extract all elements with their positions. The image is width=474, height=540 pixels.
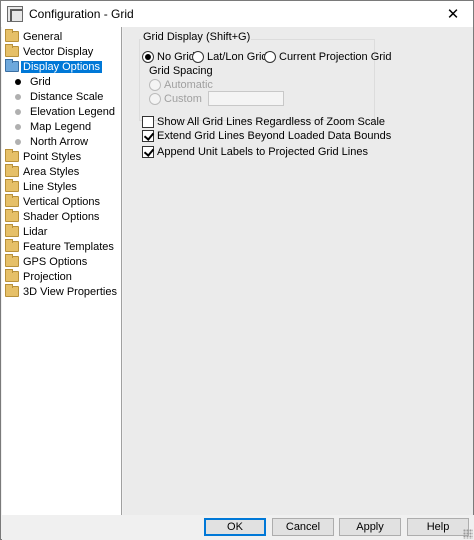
tree-item-label: 3D View Properties xyxy=(23,285,117,298)
radio-lat-lon-icon[interactable] xyxy=(192,51,204,63)
folder-icon xyxy=(5,149,19,162)
folder-icon xyxy=(5,254,19,267)
folder-icon xyxy=(5,239,19,252)
bullet-icon xyxy=(15,93,21,100)
bullet-icon xyxy=(15,123,21,130)
bullet-icon xyxy=(15,138,21,145)
checkbox-extend-grid-lines[interactable]: Extend Grid Lines Beyond Loaded Data Bou… xyxy=(142,130,391,142)
checkbox-extend-label: Extend Grid Lines Beyond Loaded Data Bou… xyxy=(157,130,392,142)
tree-item-shader-options[interactable]: Shader Options xyxy=(5,209,101,224)
folder-open-icon xyxy=(5,59,19,72)
radio-no-grid-icon[interactable] xyxy=(142,51,154,63)
tree-item-label: Vertical Options xyxy=(23,195,101,208)
tree-item-label: Line Styles xyxy=(23,180,77,193)
tree-item-feature-templates[interactable]: Feature Templates xyxy=(5,239,116,254)
radio-custom-icon[interactable] xyxy=(149,93,161,105)
button-bar: OK Cancel Apply Help xyxy=(2,515,474,540)
tree-item-vertical-options[interactable]: Vertical Options xyxy=(5,194,102,209)
tree-item-vector-display[interactable]: Vector Display xyxy=(5,44,95,59)
bullet-icon xyxy=(15,108,21,115)
help-button[interactable]: Help xyxy=(407,518,469,536)
tree-item-display-options[interactable]: Display Options xyxy=(5,59,103,74)
tree-item-label: Elevation Legend xyxy=(30,105,116,118)
tree-item-elevation-legend[interactable]: Elevation Legend xyxy=(11,104,117,119)
apply-button[interactable]: Apply xyxy=(339,518,401,536)
tree-item-area-styles[interactable]: Area Styles xyxy=(5,164,81,179)
tree-item-label: Projection xyxy=(23,270,72,283)
tree-item-label: GPS Options xyxy=(23,255,88,268)
settings-tree: General Vector Display Display Options Grid… xyxy=(2,27,122,515)
tree-item-distance-scale[interactable]: Distance Scale xyxy=(11,89,105,104)
checkbox-extend-icon[interactable] xyxy=(142,130,154,142)
radio-lat-lon-label: Lat/Lon Grid xyxy=(207,51,268,63)
radio-current-projection-grid[interactable]: Current Projection Grid xyxy=(264,51,392,63)
configuration-window: Configuration - Grid ✕ General Vector Dis… xyxy=(0,0,474,540)
folder-icon xyxy=(5,224,19,237)
resize-grip-icon[interactable] xyxy=(463,529,473,539)
radio-lat-lon-grid[interactable]: Lat/Lon Grid xyxy=(192,51,268,63)
checkbox-append-unit-labels[interactable]: Append Unit Labels to Projected Grid Lin… xyxy=(142,146,368,158)
radio-custom[interactable]: Custom xyxy=(149,93,202,105)
tree-item-label: Point Styles xyxy=(23,150,82,163)
radio-automatic-label: Automatic xyxy=(164,79,213,91)
folder-icon xyxy=(5,179,19,192)
checkbox-append-label: Append Unit Labels to Projected Grid Lin… xyxy=(157,146,368,158)
checkbox-show-all-grid-lines[interactable]: Show All Grid Lines Regardless of Zoom S… xyxy=(142,116,385,128)
tree-item-label: Area Styles xyxy=(23,165,80,178)
tree-item-projection[interactable]: Projection xyxy=(5,269,74,284)
tree-item-label: Vector Display xyxy=(23,45,94,58)
tree-item-gps-options[interactable]: GPS Options xyxy=(5,254,89,269)
checkbox-show-all-icon[interactable] xyxy=(142,116,154,128)
tree-item-point-styles[interactable]: Point Styles xyxy=(5,149,83,164)
window-title: Configuration - Grid xyxy=(29,7,134,21)
tree-item-label: Grid xyxy=(30,75,51,88)
title-bar: Configuration - Grid ✕ xyxy=(1,1,473,27)
folder-icon xyxy=(5,164,19,177)
radio-no-grid[interactable]: No Grid xyxy=(142,51,195,63)
ok-button[interactable]: OK xyxy=(204,518,266,536)
radio-automatic[interactable]: Automatic xyxy=(149,79,213,91)
folder-icon xyxy=(5,269,19,282)
tree-item-label: Distance Scale xyxy=(30,90,104,103)
tree-item-label: Map Legend xyxy=(30,120,92,133)
app-icon xyxy=(7,6,23,22)
checkbox-show-all-label: Show All Grid Lines Regardless of Zoom S… xyxy=(157,116,386,128)
bullet-icon xyxy=(15,78,21,85)
tree-item-north-arrow[interactable]: North Arrow xyxy=(11,134,90,149)
folder-icon xyxy=(5,29,19,42)
folder-icon xyxy=(5,209,19,222)
tree-item-label: General xyxy=(23,30,63,43)
tree-item-general[interactable]: General xyxy=(5,29,64,44)
tree-item-label: Feature Templates xyxy=(23,240,114,253)
tree-item-label: North Arrow xyxy=(30,135,89,148)
tree-item-lidar[interactable]: Lidar xyxy=(5,224,49,239)
tree-item-label: Shader Options xyxy=(23,210,100,223)
radio-automatic-icon[interactable] xyxy=(149,79,161,91)
radio-custom-label: Custom xyxy=(164,93,202,105)
cancel-button[interactable]: Cancel xyxy=(272,518,334,536)
checkbox-append-icon[interactable] xyxy=(142,146,154,158)
folder-icon xyxy=(5,44,19,57)
tree-item-line-styles[interactable]: Line Styles xyxy=(5,179,79,194)
tree-item-map-legend[interactable]: Map Legend xyxy=(11,119,93,134)
radio-current-projection-icon[interactable] xyxy=(264,51,276,63)
tree-item-label: Lidar xyxy=(23,225,48,238)
folder-icon xyxy=(5,284,19,297)
radio-current-projection-label: Current Projection Grid xyxy=(279,51,392,63)
grid-settings-panel: Grid Display (Shift+G) No Grid Lat/Lon G… xyxy=(123,27,473,515)
radio-no-grid-label: No Grid xyxy=(157,51,195,63)
folder-icon xyxy=(5,194,19,207)
custom-spacing-input[interactable] xyxy=(208,91,284,106)
grid-display-legend: Grid Display (Shift+G) xyxy=(142,31,252,43)
grid-spacing-label: Grid Spacing xyxy=(149,65,213,77)
tree-item-3d-view-properties[interactable]: 3D View Properties xyxy=(5,284,119,299)
tree-item-grid[interactable]: Grid xyxy=(11,74,53,89)
close-button[interactable]: ✕ xyxy=(433,1,473,27)
tree-item-label: Display Options xyxy=(21,60,103,73)
